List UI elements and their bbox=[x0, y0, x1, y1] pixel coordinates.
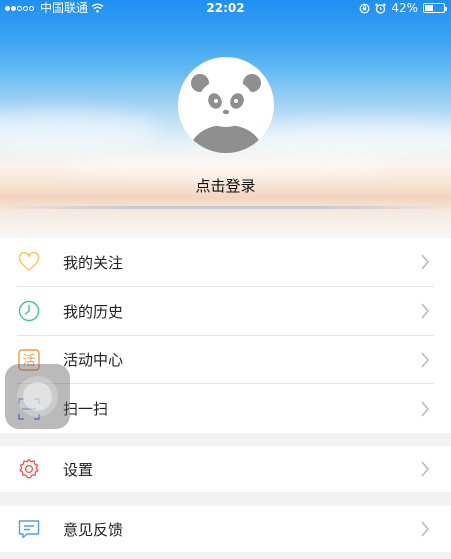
chevron-right-icon bbox=[421, 461, 429, 477]
menu-item-label: 设置 bbox=[63, 460, 94, 479]
menu-item-settings[interactable]: 设置 bbox=[0, 446, 451, 492]
assistive-core bbox=[23, 382, 52, 411]
chevron-right-icon bbox=[421, 401, 429, 417]
menu-item-feedback[interactable]: 意见反馈 bbox=[0, 506, 451, 552]
menu-item-history[interactable]: 我的历史 bbox=[0, 287, 451, 336]
menu-group-settings: 设置 bbox=[0, 446, 451, 492]
menu-item-label: 意见反馈 bbox=[63, 520, 124, 539]
menu-item-follow[interactable]: 我的关注 bbox=[0, 238, 451, 287]
menu-group-feedback: 意见反馈 bbox=[0, 506, 451, 552]
chevron-right-icon bbox=[421, 254, 429, 270]
heart-icon bbox=[17, 250, 41, 274]
battery-percent: 42% bbox=[391, 1, 418, 15]
battery-icon bbox=[423, 3, 447, 13]
chevron-right-icon bbox=[421, 303, 429, 319]
clock-icon bbox=[17, 299, 41, 323]
menu-item-label: 我的关注 bbox=[63, 253, 124, 272]
chevron-right-icon bbox=[421, 521, 429, 537]
alarm-icon bbox=[375, 3, 387, 14]
gear-icon bbox=[17, 457, 41, 481]
assistive-touch-button[interactable] bbox=[5, 364, 70, 429]
status-right: 42% bbox=[359, 0, 447, 16]
menu-item-label: 我的历史 bbox=[63, 302, 124, 321]
avatar[interactable] bbox=[178, 57, 274, 153]
feedback-icon bbox=[17, 517, 41, 541]
login-prompt[interactable]: 点击登录 bbox=[0, 175, 451, 196]
orientation-lock-icon bbox=[359, 3, 370, 13]
profile-header: 中国联通 22:02 42% 点击登录 bbox=[0, 0, 451, 238]
chevron-right-icon bbox=[421, 352, 429, 368]
menu-item-label: 活动中心 bbox=[63, 351, 124, 370]
panda-icon bbox=[188, 74, 264, 153]
status-bar: 中国联通 22:02 42% bbox=[0, 0, 451, 16]
horizon-line bbox=[0, 206, 451, 209]
